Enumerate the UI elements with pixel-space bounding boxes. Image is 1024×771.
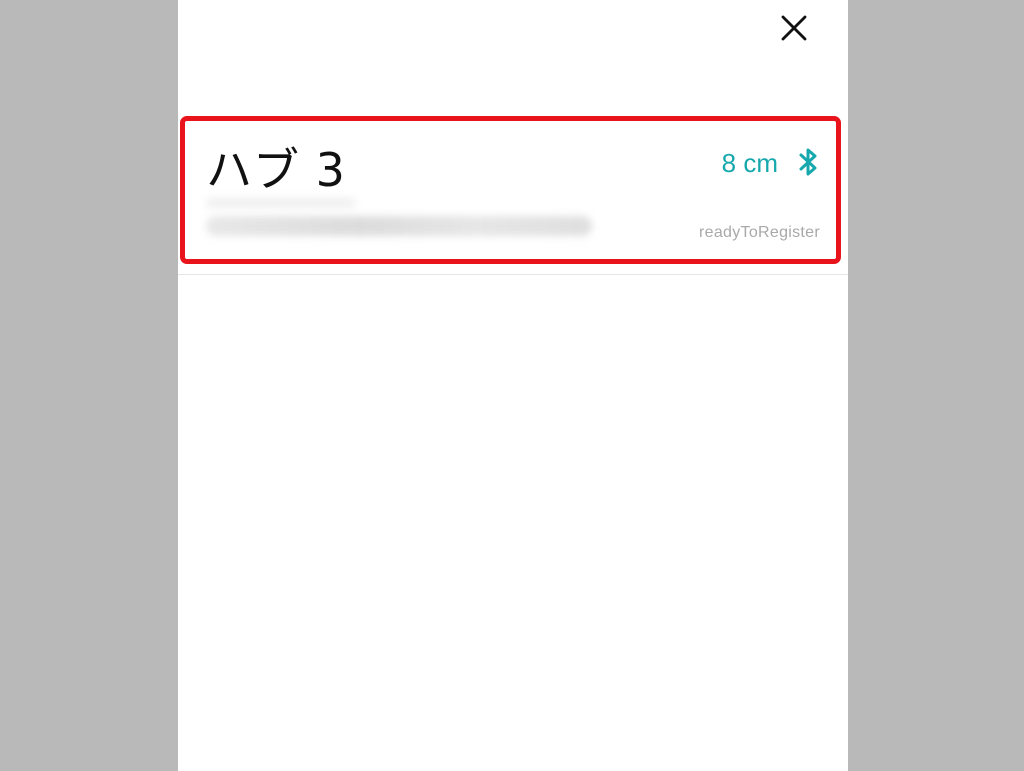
- device-name: ハブ 3: [206, 143, 346, 197]
- close-icon: [781, 15, 807, 41]
- device-distance: 8 cm: [721, 148, 778, 178]
- device-status: readyToRegister: [699, 224, 820, 241]
- blurred-device-id-fragment: [206, 198, 356, 208]
- close-button[interactable]: [776, 10, 812, 46]
- device-search-panel: ハブ 3 8 cm readyToRegister: [178, 0, 848, 771]
- blurred-device-id: [206, 216, 592, 236]
- device-list-item[interactable]: ハブ 3 8 cm readyToRegister: [178, 112, 848, 275]
- bluetooth-icon: [799, 148, 817, 176]
- screen: ハブ 3 8 cm readyToRegister: [0, 0, 1024, 771]
